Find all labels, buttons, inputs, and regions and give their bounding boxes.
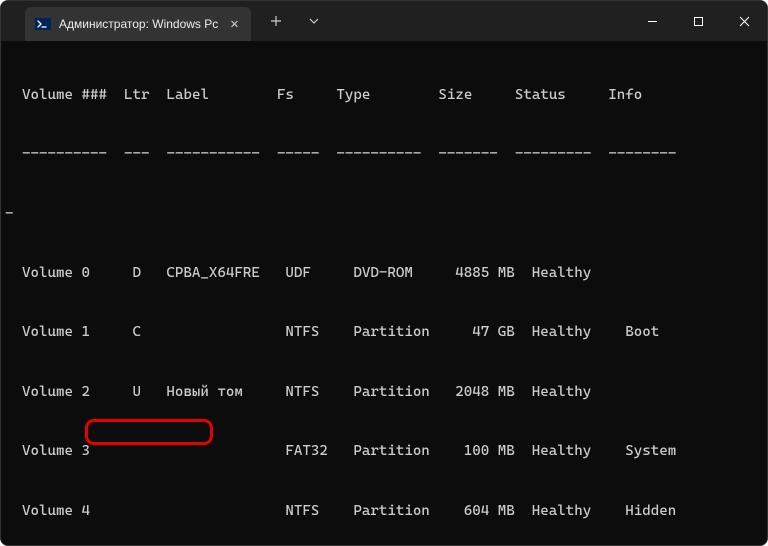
close-button[interactable]: [721, 1, 767, 41]
table-row: Volume 4 NTFS Partition 604 MB Healthy H…: [5, 497, 763, 527]
tab-actions: [259, 5, 331, 37]
new-tab-button[interactable]: [259, 5, 293, 37]
table-divider: ---------- --- ----------- ----- -------…: [5, 140, 763, 170]
terminal-content[interactable]: Volume ### Ltr Label Fs Type Size Status…: [1, 41, 767, 545]
window-controls: [629, 1, 767, 41]
titlebar: Администратор: Windows Pc ✕: [1, 1, 767, 41]
titlebar-left: Администратор: Windows Pc ✕: [1, 1, 331, 41]
tab-close-button[interactable]: ✕: [226, 16, 242, 32]
powershell-icon: [35, 16, 51, 32]
tab-title: Администратор: Windows Pc: [59, 17, 218, 31]
table-row: Volume 2 U Новый том NTFS Partition 2048…: [5, 378, 763, 408]
table-row: Volume 3 FAT32 Partition 100 MB Healthy …: [5, 437, 763, 467]
minimize-button[interactable]: [629, 1, 675, 41]
table-header: Volume ### Ltr Label Fs Type Size Status…: [5, 81, 763, 111]
active-tab[interactable]: Администратор: Windows Pc ✕: [25, 7, 251, 41]
shield-icon: [1, 1, 25, 41]
terminal-window: Администратор: Windows Pc ✕: [0, 0, 768, 546]
table-row: Volume 0 D CPBA_X64FRE UDF DVD-ROM 4885 …: [5, 259, 763, 289]
table-row: Volume 1 C NTFS Partition 47 GB Healthy …: [5, 318, 763, 348]
tab-dropdown-button[interactable]: [297, 5, 331, 37]
table-divider-cont: -: [5, 200, 763, 230]
maximize-button[interactable]: [675, 1, 721, 41]
